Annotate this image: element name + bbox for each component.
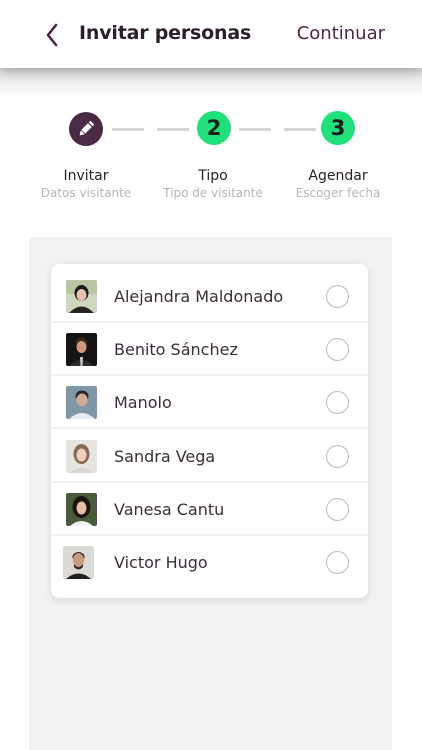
pencil-icon: [79, 121, 94, 136]
people-list-card: Alejandra Maldonado Benito Sánchez Manol…: [51, 264, 368, 598]
chevron-left-icon: [46, 23, 58, 47]
step-1-label: Invitar: [63, 168, 109, 184]
step-3-number: 3: [330, 116, 346, 140]
avatar: [63, 546, 94, 579]
step-2-number: 2: [206, 116, 222, 140]
step-2-label: Tipo: [198, 168, 228, 184]
person-name: Vanesa Cantu: [114, 500, 225, 519]
person-name: Benito Sánchez: [114, 340, 238, 359]
list-item[interactable]: Manolo: [51, 376, 368, 429]
list-item[interactable]: Alejandra Maldonado: [51, 270, 368, 323]
person-name: Sandra Vega: [114, 447, 216, 466]
avatar: [66, 493, 97, 526]
step-1-sub: Datos visitante: [40, 186, 132, 200]
select-radio[interactable]: [326, 391, 349, 414]
avatar: [66, 280, 97, 313]
list-item[interactable]: Sandra Vega: [51, 430, 368, 483]
step-connector: [284, 128, 316, 131]
step-connector: [157, 128, 189, 131]
background-left: [0, 68, 29, 750]
divider: [51, 427, 368, 429]
page-title: Invitar personas: [79, 22, 252, 44]
list-item[interactable]: Vanesa Cantu: [51, 483, 368, 536]
step-3-label: Agendar: [308, 168, 368, 184]
avatar: [66, 440, 97, 473]
step-3-circle: 3: [321, 111, 355, 145]
avatar: [66, 333, 97, 366]
select-radio[interactable]: [326, 445, 349, 468]
person-name: Victor Hugo: [114, 553, 208, 572]
step-connector: [239, 128, 271, 131]
continue-button[interactable]: Continuar: [297, 23, 385, 44]
select-radio[interactable]: [326, 338, 349, 361]
step-connector: [112, 128, 144, 131]
person-name: Manolo: [114, 393, 172, 412]
select-radio[interactable]: [326, 498, 349, 521]
avatar: [66, 386, 97, 419]
person-name: Alejandra Maldonado: [114, 287, 284, 306]
step-1-circle: [69, 112, 103, 146]
step-3-sub: Escoger fecha: [295, 186, 381, 200]
app-header: Invitar personas Continuar: [0, 0, 422, 68]
step-2-circle: 2: [197, 111, 231, 145]
back-button[interactable]: [40, 20, 64, 50]
step-2-sub: Tipo de visitante: [163, 186, 263, 200]
list-item[interactable]: Benito Sánchez: [51, 323, 368, 376]
select-radio[interactable]: [326, 551, 349, 574]
select-radio[interactable]: [326, 285, 349, 308]
list-item[interactable]: Victor Hugo: [51, 536, 368, 589]
